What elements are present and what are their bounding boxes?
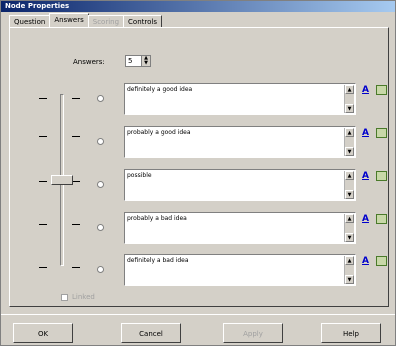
window-title: Node Properties <box>1 1 395 12</box>
tab-scoring[interactable]: Scoring <box>87 15 125 27</box>
slider-tick <box>39 267 47 268</box>
cancel-button[interactable]: Cancel <box>121 323 181 343</box>
answers-count-value: 5 <box>128 57 133 65</box>
help-button[interactable]: Help <box>321 323 381 343</box>
slider-tick <box>72 224 80 225</box>
answer-text-5: definitely a bad idea <box>127 257 189 264</box>
spinner-arrows-icon[interactable]: ▲ ▼ <box>141 56 150 66</box>
answer-textbox-1[interactable]: definitely a good idea ▲ ▼ <box>124 83 356 115</box>
bold-button-1[interactable]: A <box>362 85 375 95</box>
slider-tick <box>72 181 80 182</box>
answer-radio-5[interactable] <box>97 266 104 273</box>
image-button-1[interactable] <box>376 85 387 95</box>
answer-textbox-3[interactable]: possible ▲ ▼ <box>124 169 356 201</box>
slider-tick <box>39 181 47 182</box>
scroll-down-icon[interactable]: ▼ <box>345 233 354 242</box>
linked-checkbox-label: Linked <box>72 293 95 301</box>
checkbox-box[interactable] <box>61 293 68 301</box>
textbox-scrollbar[interactable]: ▲ ▼ <box>344 128 354 156</box>
slider-tick <box>72 136 80 137</box>
answer-textbox-5[interactable]: definitely a bad idea ▲ ▼ <box>124 254 356 286</box>
textbox-scrollbar[interactable]: ▲ ▼ <box>344 214 354 242</box>
bold-button-4[interactable]: A <box>362 214 375 224</box>
slider-tick <box>39 98 47 99</box>
image-button-5[interactable] <box>376 256 387 266</box>
slider-tick <box>72 267 80 268</box>
textbox-scrollbar[interactable]: ▲ ▼ <box>344 171 354 199</box>
textbox-scrollbar[interactable]: ▲ ▼ <box>344 85 354 113</box>
scroll-down-icon[interactable]: ▼ <box>345 190 354 199</box>
textbox-scrollbar[interactable]: ▲ ▼ <box>344 256 354 284</box>
image-button-4[interactable] <box>376 214 387 224</box>
scroll-up-icon[interactable]: ▲ <box>345 171 354 180</box>
image-button-3[interactable] <box>376 171 387 181</box>
scroll-down-icon[interactable]: ▼ <box>345 147 354 156</box>
scroll-up-icon[interactable]: ▲ <box>345 256 354 265</box>
answer-radio-1[interactable] <box>97 95 104 102</box>
answer-textbox-2[interactable]: probably a good idea ▲ ▼ <box>124 126 356 158</box>
bold-button-5[interactable]: A <box>362 256 375 266</box>
answer-text-4: probably a bad idea <box>127 215 187 222</box>
bold-button-2[interactable]: A <box>362 128 375 138</box>
tab-strip: Question Answers Scoring Controls <box>9 13 162 27</box>
slider-tick <box>39 136 47 137</box>
apply-button[interactable]: Apply <box>223 323 283 343</box>
scroll-up-icon[interactable]: ▲ <box>345 85 354 94</box>
answer-text-2: probably a good idea <box>127 129 191 136</box>
answer-textbox-4[interactable]: probably a bad idea ▲ ▼ <box>124 212 356 244</box>
answer-text-1: definitely a good idea <box>127 86 193 93</box>
tab-answers[interactable]: Answers <box>49 13 89 27</box>
answers-count-spinner[interactable]: 5 ▲ ▼ <box>125 55 151 67</box>
properties-window: Node Properties Question Answers Scoring… <box>0 0 396 346</box>
ok-button[interactable]: OK <box>13 323 73 343</box>
slider-tick <box>72 98 80 99</box>
answers-count-label: Answers: <box>73 58 105 66</box>
scroll-up-icon[interactable]: ▲ <box>345 214 354 223</box>
slider-tick <box>39 224 47 225</box>
answer-text-3: possible <box>127 172 152 179</box>
scroll-down-icon[interactable]: ▼ <box>345 104 354 113</box>
slider-thumb[interactable] <box>51 175 73 185</box>
scroll-down-icon[interactable]: ▼ <box>345 275 354 284</box>
answer-radio-2[interactable] <box>97 138 104 145</box>
tab-controls[interactable]: Controls <box>123 15 162 27</box>
bold-button-3[interactable]: A <box>362 171 375 181</box>
image-button-2[interactable] <box>376 128 387 138</box>
tab-question[interactable]: Question <box>9 15 51 27</box>
linked-checkbox[interactable]: Linked <box>61 293 95 301</box>
button-row: OK Cancel Apply Help <box>1 314 395 346</box>
answer-radio-4[interactable] <box>97 224 104 231</box>
scroll-up-icon[interactable]: ▲ <box>345 128 354 137</box>
answer-radio-3[interactable] <box>97 181 104 188</box>
